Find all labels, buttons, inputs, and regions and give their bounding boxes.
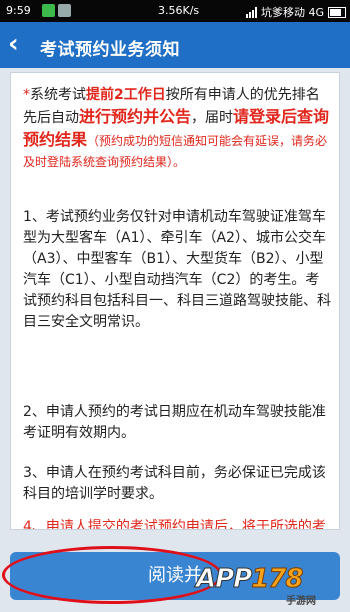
title-bar: ‹ 考试预约业务须知 [0, 22, 350, 68]
back-icon[interactable]: ‹ [8, 31, 34, 59]
signal-icon [245, 6, 257, 18]
usb-icon [58, 4, 71, 17]
notice-highlight-1: 提前2工作日 [86, 87, 166, 103]
status-bar: 9:59 3.56K/s 坑爹移动 4G [0, 0, 350, 22]
app-notification-icon [42, 4, 55, 17]
status-time: 9:59 [6, 4, 31, 17]
watermark-brand: APP178 [195, 564, 304, 595]
asterisk: * [23, 87, 30, 103]
page-title: 考试预约业务须知 [40, 40, 180, 60]
item-2: 2、申请人预约的考试日期应在机动车驾驶技能准考证明有效期内。 [23, 404, 326, 441]
notice-content[interactable]: *系统考试提前2工作日按所有申请人的优先排名先后自动进行预约并公告，届时请登录后… [10, 72, 340, 530]
item-1: 1、考试预约业务仅针对申请机动车驾驶证准驾车型为大型客车（A1）、牵引车（A2）… [23, 209, 331, 330]
notification-icons [42, 4, 71, 17]
watermark-sub: 手游网 [286, 596, 316, 607]
notice-text-3: ，届时 [191, 110, 234, 126]
notice-paragraph: *系统考试提前2工作日按所有申请人的优先排名先后自动进行预约并公告，届时请登录后… [23, 85, 333, 173]
item-4: 4、申请人提交的考试预约申请后，将于所选的考试计划截止预约后受理，请耐心等待。期… [23, 519, 326, 530]
battery-icon [328, 6, 346, 18]
network-speed: 3.56K/s [158, 4, 200, 17]
status-right: 坑爹移动 4G [245, 4, 346, 20]
carrier-label: 坑爹移动 4G [260, 6, 324, 19]
notice-text-1: 系统考试 [30, 87, 86, 103]
item-3: 3、申请人在预约考试科目前，务必保证已完成该科目的培训学时要求。 [23, 465, 326, 502]
notice-highlight-2: 进行预约并公告 [79, 107, 192, 126]
watermark-logo: APP178 手游网 [195, 562, 346, 608]
